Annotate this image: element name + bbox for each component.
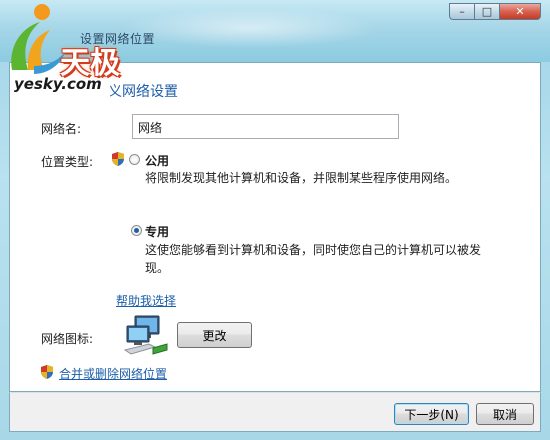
network-name-label: 网络名: [41,122,82,136]
network-name-input[interactable]: 网络 [132,114,399,139]
public-radio[interactable] [129,154,140,165]
private-description-line1: 这使您能够看到计算机和设备，同时使您自己的计算机可以被发 [145,243,482,257]
uac-shield-icon [112,152,124,166]
network-icon-label: 网络图标: [41,332,94,346]
private-description-line2: 现。 [145,261,170,275]
private-label[interactable]: 专用 [145,223,169,240]
dialog-window: 设置网络位置 – □ ✕ 网络名: 网络 位置类型: 公用 将限制发现其他计算机… [0,0,550,440]
public-label[interactable]: 公用 [145,152,169,169]
change-icon-button[interactable]: 更改 [177,322,252,348]
title-glow [120,8,380,48]
help-me-choose-link[interactable]: 帮助我选择 [116,292,176,309]
location-type-label: 位置类型: [41,155,94,169]
close-button[interactable]: ✕ [499,3,541,20]
minimize-button[interactable]: – [449,3,475,20]
dialog-footer: 下一步(N) 取消 [9,392,541,432]
network-computers-icon [123,315,168,355]
merge-delete-locations-link[interactable]: 合并或删除网络位置 [59,365,167,382]
public-description: 将限制发现其他计算机和设备，并限制某些程序使用网络。 [145,171,458,185]
uac-shield-icon [41,365,53,379]
maximize-button[interactable]: □ [474,3,500,20]
cancel-button[interactable]: 取消 [476,403,534,425]
private-radio[interactable] [131,225,142,236]
window-controls: – □ ✕ [449,3,541,20]
dialog-content: 网络名: 网络 位置类型: 公用 将限制发现其他计算机和设备，并限制某些程序使用… [9,62,541,392]
next-button[interactable]: 下一步(N) [394,403,469,425]
logo-site-text: yesky.com [14,75,102,93]
